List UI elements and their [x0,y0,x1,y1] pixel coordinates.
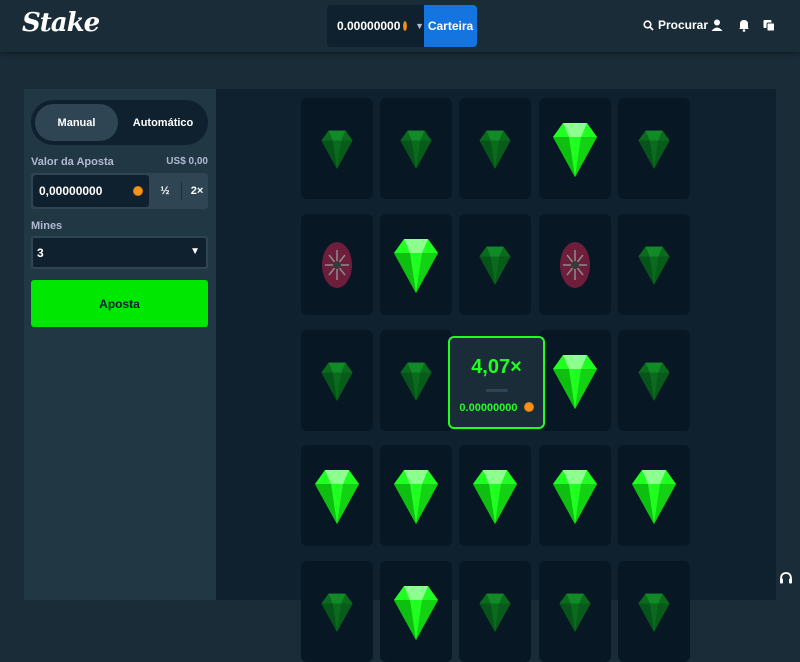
gem-icon [392,466,440,526]
mine-tile[interactable] [301,98,373,199]
bet-button[interactable]: Aposta [31,280,208,327]
headset-icon[interactable] [778,570,794,586]
gem-icon [637,590,671,634]
gem-icon [630,466,678,526]
tab-manual[interactable]: Manual [35,104,118,141]
gem-icon [320,127,354,171]
btc-coin-icon [133,186,143,196]
mine-tile[interactable] [618,214,690,315]
payout-amount: 0.00000000 [459,402,518,414]
mine-tile[interactable] [459,214,531,315]
gem-icon [399,127,433,171]
mine-tile[interactable] [380,445,452,546]
double-bet-button[interactable]: 2× [183,175,211,207]
btc-coin-icon [523,402,534,412]
mine-tile[interactable] [539,214,611,315]
bet-amount-input[interactable]: 0,00000000 [33,175,149,207]
mine-tile[interactable] [301,330,373,431]
chat-icon[interactable] [762,18,776,32]
bet-amount-group: 0,00000000 ½ 2× [31,173,208,209]
search-label: Procurar [658,18,709,32]
mine-tile[interactable] [618,98,690,199]
mine-tile[interactable] [618,445,690,546]
mine-tile[interactable] [539,330,611,431]
mine-tile[interactable] [618,330,690,431]
mine-tile[interactable] [380,214,452,315]
gem-icon [478,127,512,171]
gem-icon [392,582,440,642]
stake-logo[interactable]: Stake [22,8,100,38]
search-button[interactable]: Procurar [643,18,708,32]
mine-tile[interactable] [459,561,531,662]
gem-icon [551,119,599,179]
gem-icon [478,243,512,287]
balance-amount: 0.00000000 [337,19,401,33]
mine-tile[interactable] [301,445,373,546]
mine-tile[interactable] [539,445,611,546]
divider [486,389,508,392]
mine-tile[interactable] [301,561,373,662]
payout-row: 0.00000000 [450,402,543,414]
chevron-down-icon: ▼ [415,21,424,31]
bet-sidebar: Manual Automático Valor da Aposta US$ 0,… [24,89,216,600]
wallet-button[interactable]: Carteira [424,5,477,47]
gem-icon [320,359,354,403]
gem-icon [392,235,440,295]
btc-coin-icon [403,21,408,31]
mines-value: 3 [37,245,44,260]
top-bar: Stake 0.00000000 ▼ Carteira Procurar [0,0,800,52]
bet-usd-value: US$ 0,00 [166,156,208,167]
bet-amount-label: Valor da Aposta [31,156,114,168]
mode-toggle: Manual Automático [31,100,208,145]
gem-icon [478,590,512,634]
search-icon [643,19,654,31]
gem-icon [320,590,354,634]
bell-icon[interactable] [737,18,751,32]
divider [181,182,182,200]
mine-icon [320,240,354,290]
tab-automatic[interactable]: Automático [121,104,205,141]
mine-tile[interactable] [380,561,452,662]
gem-icon [637,243,671,287]
gem-icon [399,359,433,403]
half-bet-button[interactable]: ½ [151,175,179,207]
multiplier-value: 4,07× [471,356,522,378]
bet-amount-value: 0,00000000 [39,184,103,198]
gem-icon [551,351,599,411]
user-icon[interactable] [710,18,724,32]
mine-tile[interactable] [380,330,452,431]
mine-tile[interactable] [380,98,452,199]
chevron-down-icon: ▼ [190,246,200,257]
mine-tile[interactable] [301,214,373,315]
mine-tile[interactable] [539,561,611,662]
gem-icon [637,359,671,403]
mine-tile[interactable] [459,98,531,199]
multiplier-card: 4,07× 0.00000000 [448,336,545,429]
mines-label: Mines [31,220,63,232]
mines-select[interactable]: 3 ▼ [31,236,208,269]
mine-tile[interactable] [618,561,690,662]
mine-icon [558,240,592,290]
mine-tile[interactable] [539,98,611,199]
gem-icon [637,127,671,171]
gem-icon [558,590,592,634]
gem-icon [471,466,519,526]
mine-tile[interactable] [459,445,531,546]
gem-icon [551,466,599,526]
gem-icon [313,466,361,526]
balance-selector[interactable]: 0.00000000 ▼ [327,5,424,47]
